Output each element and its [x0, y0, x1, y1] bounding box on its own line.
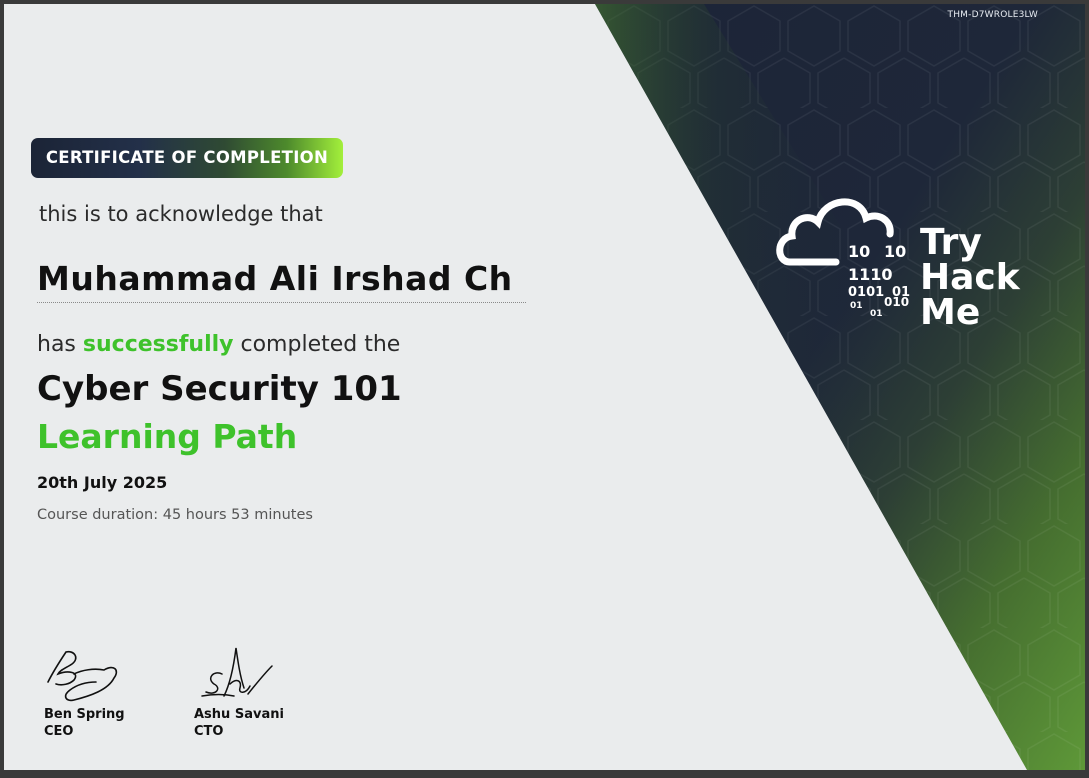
cloud-icon: [776, 198, 894, 266]
logo-text-me: Me: [920, 292, 980, 332]
tryhackme-logo: 10 10 1110 0101 01 01 01 010 Try Hack Me: [776, 198, 1021, 332]
binary-digit: 0101: [848, 285, 884, 300]
binary-digit: 1110: [848, 265, 893, 284]
binary-digit: 01: [870, 309, 883, 319]
signature-cto: [201, 647, 273, 697]
signatory-name: Ben Spring: [44, 707, 125, 722]
signature-block-ceo: Ben Spring CEO: [44, 644, 128, 740]
signatory-title: CEO: [44, 724, 74, 739]
course-subtitle: Learning Path: [37, 417, 298, 456]
signatory-title: CTO: [194, 724, 224, 739]
signature-block-cto: Ashu Savani CTO: [194, 644, 284, 740]
completion-date: 20th July 2025: [37, 473, 168, 492]
course-duration: Course duration: 45 hours 53 minutes: [37, 507, 313, 523]
completion-statement: has successfully completed the: [37, 332, 400, 357]
binary-digit: 01: [850, 301, 863, 311]
certificate-badge: CERTIFICATE OF COMPLETION: [31, 138, 343, 178]
completion-highlight: successfully: [82, 332, 234, 357]
signature-ceo: [47, 650, 118, 702]
binary-digit: 010: [884, 295, 909, 309]
name-underline: [37, 302, 526, 303]
recipient-name: Muhammad Ali Irshad Ch: [37, 259, 513, 298]
certificate-id: THM-D7WROLE3LW: [947, 10, 1038, 20]
course-title: Cyber Security 101: [37, 369, 402, 409]
completion-prefix: has: [37, 332, 76, 357]
certificate: THM-D7WROLE3LW CERTIFICATE OF COMPLETION…: [4, 4, 1085, 770]
binary-digit: 10: [884, 242, 906, 261]
binary-digit: 10: [848, 242, 870, 261]
signatory-name: Ashu Savani: [194, 707, 284, 722]
acknowledge-text: this is to acknowledge that: [39, 202, 323, 226]
completion-suffix: completed the: [240, 332, 401, 357]
